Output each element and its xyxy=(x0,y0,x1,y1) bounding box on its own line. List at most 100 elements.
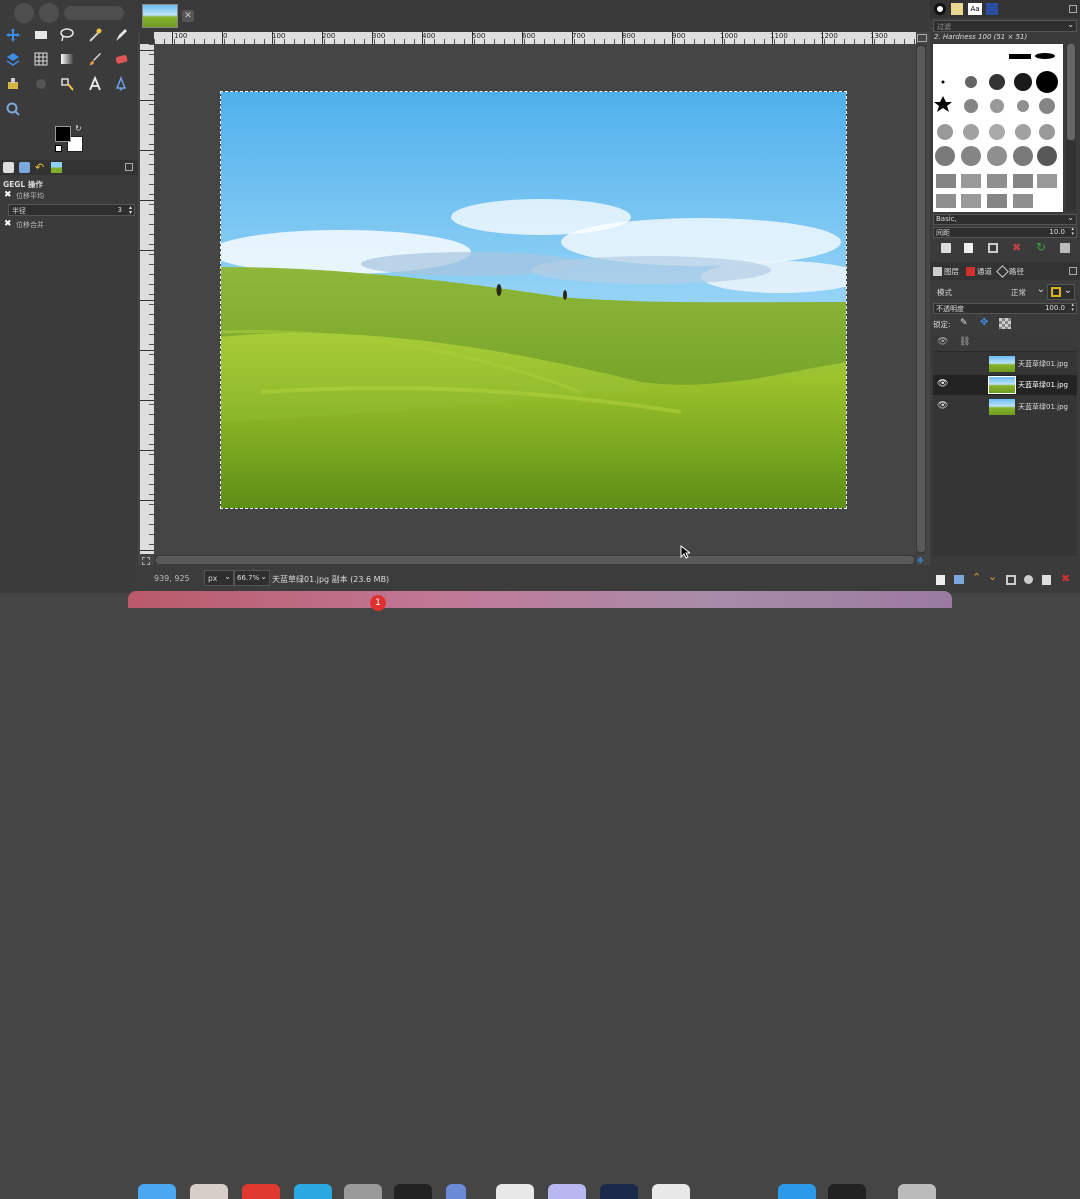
anchor-layer-icon[interactable] xyxy=(1024,575,1033,584)
document-history-tab-icon[interactable] xyxy=(986,3,998,15)
brush-grid-scrollbar-thumb[interactable] xyxy=(1067,44,1075,140)
vertical-scrollbar-thumb[interactable] xyxy=(917,46,925,552)
rect-select-tool-icon[interactable] xyxy=(30,24,52,46)
image-tab-close-icon[interactable]: ✕ xyxy=(182,10,194,22)
device-status-tab-icon[interactable] xyxy=(19,162,30,173)
horizontal-ruler[interactable]: 100 0 100 200 300 400 500 600 700 800 90… xyxy=(154,32,916,44)
image-canvas[interactable] xyxy=(220,91,847,509)
vertical-scrollbar[interactable] xyxy=(916,44,926,554)
open-brush-as-image-icon[interactable] xyxy=(1060,243,1070,253)
new-layer-icon[interactable] xyxy=(936,575,945,585)
vertical-ruler[interactable] xyxy=(140,44,154,554)
horizontal-scrollbar-thumb[interactable] xyxy=(156,556,914,564)
layers-tab[interactable]: 图层 xyxy=(933,265,959,277)
configure-tab-icon[interactable] xyxy=(125,163,133,171)
raise-layer-icon[interactable]: ⌃ xyxy=(972,571,981,584)
color-picker-tool-icon[interactable] xyxy=(110,73,132,95)
layer-row[interactable]: 天蓝草绿01.jpg xyxy=(933,354,1077,374)
fuzzy-select-tool-icon[interactable] xyxy=(84,24,106,46)
mode-select[interactable]: 正常 ⌄ xyxy=(1009,284,1045,300)
dock-app-icon[interactable] xyxy=(778,1184,816,1199)
spin-arrows-icon[interactable]: ▴ ▾ xyxy=(1071,227,1074,237)
dock-app-icon[interactable] xyxy=(138,1184,176,1199)
brush-filter-input[interactable]: 过滤 ⌄ xyxy=(933,20,1077,32)
canvas-area[interactable] xyxy=(154,44,916,554)
channels-tab[interactable]: 通道 xyxy=(966,265,992,277)
dock-app-icon[interactable] xyxy=(600,1184,638,1199)
gradient-tool-icon[interactable] xyxy=(56,48,78,70)
configure-tab-icon[interactable] xyxy=(1069,267,1077,275)
layer-row[interactable]: 👁 天蓝草绿01.jpg xyxy=(933,397,1077,417)
tool-options-tab-icon[interactable] xyxy=(3,162,14,173)
eye-icon[interactable]: 👁 xyxy=(937,379,948,389)
dock-app-icon[interactable] xyxy=(394,1184,432,1199)
zoom-tool-icon[interactable] xyxy=(2,98,24,120)
paths-tool-icon[interactable] xyxy=(110,24,132,46)
duplicate-layer-icon[interactable] xyxy=(1006,575,1016,585)
default-colors-icon[interactable] xyxy=(55,145,62,152)
chain-icon[interactable]: ⛓ xyxy=(959,337,970,347)
duplicate-brush-icon[interactable] xyxy=(988,243,998,253)
dock-app-icon[interactable] xyxy=(496,1184,534,1199)
paths-select-tool-icon[interactable] xyxy=(56,73,78,95)
lock-pixels-icon[interactable]: ✎ xyxy=(960,318,968,328)
unit-select[interactable]: px ⌄ xyxy=(204,570,234,586)
horizontal-scrollbar[interactable] xyxy=(154,555,916,565)
navigate-icon[interactable]: ✥ xyxy=(917,557,925,565)
spin-arrows-icon[interactable]: ▴ ▾ xyxy=(129,205,132,216)
brush-grid-scrollbar[interactable] xyxy=(1066,44,1076,212)
swap-colors-icon[interactable]: ↻ xyxy=(75,125,83,133)
dock-app-icon[interactable] xyxy=(446,1184,466,1199)
chevron-down-icon[interactable]: ⌄ xyxy=(1067,20,1074,29)
dock-app-icon[interactable] xyxy=(190,1184,228,1199)
zoom-select[interactable]: 66.7% ⌄ xyxy=(234,570,270,586)
zoom-to-fit-icon[interactable] xyxy=(917,34,927,42)
smudge-tool-icon[interactable] xyxy=(30,73,52,95)
layers-list[interactable]: 👁 ⛓ 天蓝草绿01.jpg 👁 天蓝草绿01.jpg 👁 天蓝草绿01.jpg xyxy=(933,334,1077,566)
move-tool-icon[interactable] xyxy=(2,24,24,46)
layer-row-selected[interactable]: 👁 天蓝草绿01.jpg xyxy=(933,375,1077,395)
transform-tool-icon[interactable] xyxy=(2,48,24,70)
dock-app-icon[interactable] xyxy=(898,1184,936,1199)
lasso-tool-icon[interactable] xyxy=(56,24,78,46)
lock-position-icon[interactable]: ✥ xyxy=(980,317,988,328)
radius-spin[interactable]: 半径 3 ▴ ▾ xyxy=(8,204,135,216)
option1-checkbox[interactable]: ✖ xyxy=(4,191,13,200)
layers-scrollbar[interactable] xyxy=(933,558,1077,566)
lower-layer-icon[interactable]: ⌄ xyxy=(988,570,997,583)
eye-icon[interactable]: 👁 xyxy=(937,337,948,347)
option2-checkbox[interactable]: ✖ xyxy=(4,220,13,229)
images-tab-icon[interactable] xyxy=(51,162,62,173)
clone-tool-icon[interactable] xyxy=(2,73,24,95)
configure-tab-icon[interactable] xyxy=(1069,5,1077,13)
eraser-tool-icon[interactable] xyxy=(110,48,132,70)
ruler-corner[interactable] xyxy=(140,32,154,44)
dock-app-icon[interactable] xyxy=(828,1184,866,1199)
paths-tab[interactable]: 路径 xyxy=(996,264,1024,278)
delete-layer-icon[interactable]: ✖ xyxy=(1061,572,1070,585)
lock-alpha-icon[interactable] xyxy=(999,318,1011,329)
chevron-down-icon[interactable]: ⌄ xyxy=(1067,213,1074,222)
paintbrush-tool-icon[interactable] xyxy=(84,48,106,70)
spacing-spin[interactable]: 间距 10.0 ▴ ▾ xyxy=(933,227,1077,238)
image-tab-thumbnail[interactable] xyxy=(142,4,178,28)
eye-icon[interactable]: 👁 xyxy=(937,401,948,411)
edit-brush-icon[interactable] xyxy=(941,243,951,253)
opacity-spin[interactable]: 不透明度 100.0 ▴ ▾ xyxy=(933,303,1077,314)
dock-app-icon[interactable] xyxy=(242,1184,280,1199)
refresh-brushes-icon[interactable]: ↻ xyxy=(1036,240,1046,254)
new-layer-group-icon[interactable] xyxy=(954,575,964,584)
brushes-tab-icon[interactable] xyxy=(934,3,946,15)
dock-app-icon[interactable] xyxy=(548,1184,586,1199)
dock-app-icon[interactable] xyxy=(294,1184,332,1199)
spin-arrows-icon[interactable]: ▴ ▾ xyxy=(1071,303,1074,313)
layer-visibility-toggle[interactable] xyxy=(937,359,949,369)
dock-app-icon[interactable] xyxy=(344,1184,382,1199)
delete-brush-icon[interactable]: ✖ xyxy=(1012,241,1021,254)
dock-app-icon[interactable] xyxy=(652,1184,690,1199)
merge-down-icon[interactable] xyxy=(1042,575,1051,585)
quick-mask-icon[interactable] xyxy=(142,557,150,565)
patterns-tab-icon[interactable] xyxy=(951,3,963,15)
text-tool-icon[interactable] xyxy=(84,73,106,95)
fonts-tab-icon[interactable]: Aa xyxy=(968,3,982,15)
